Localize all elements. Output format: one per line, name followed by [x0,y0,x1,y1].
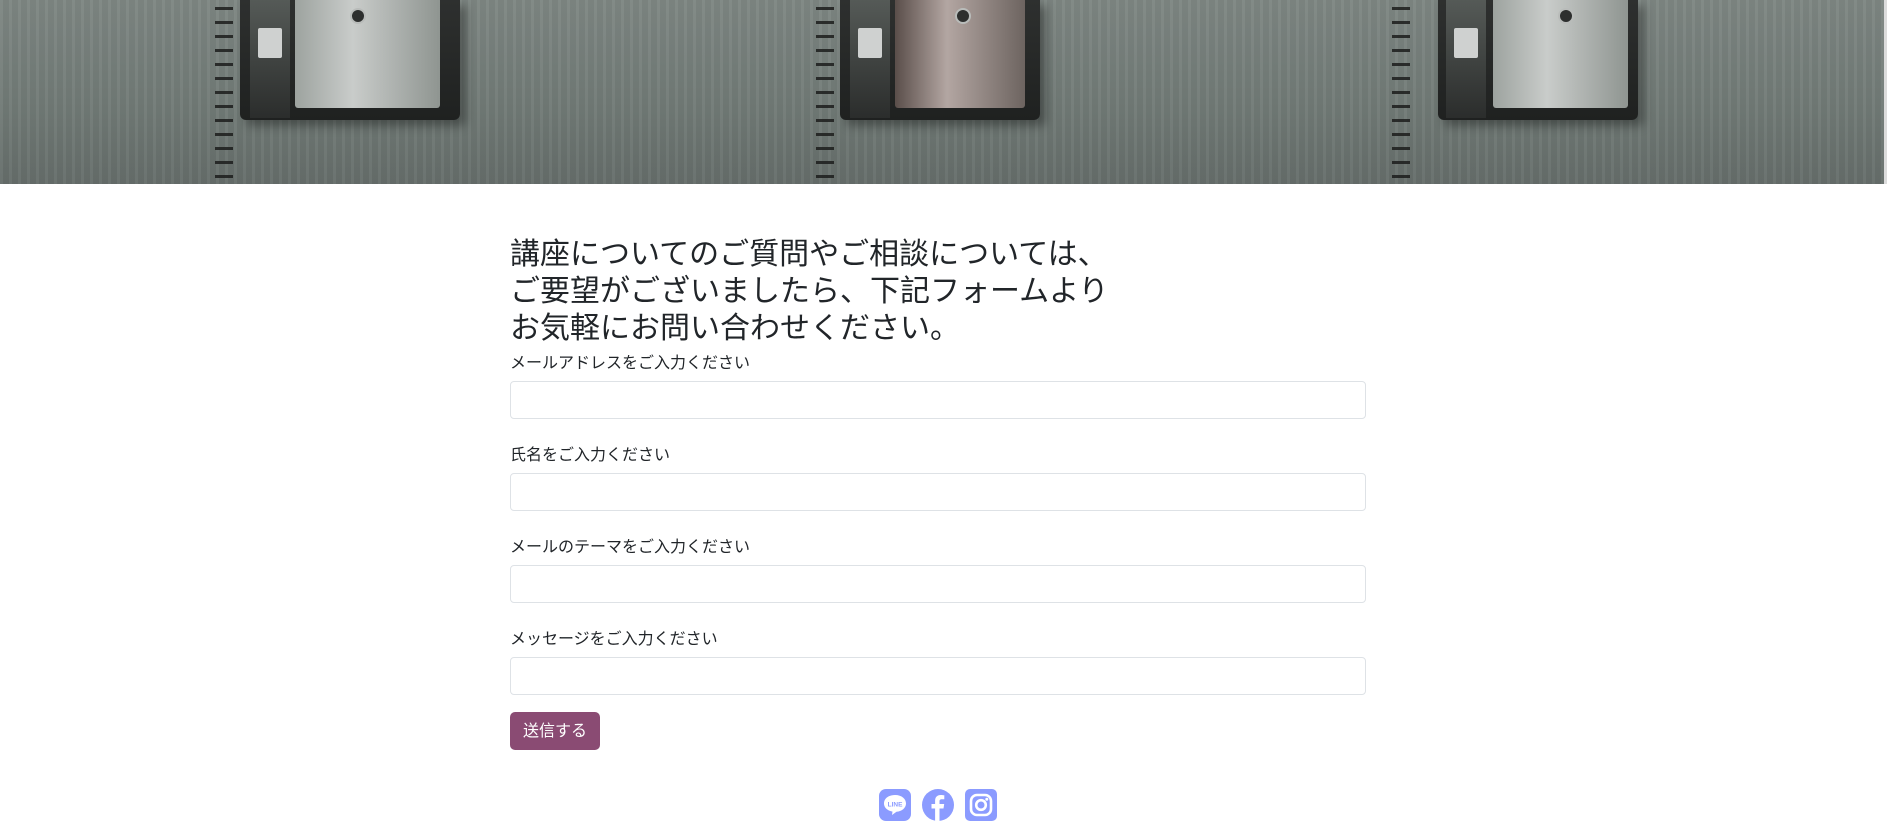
line-badge-text: LINE [888,802,903,809]
subject-label: メールのテーマをご入力ください [510,537,751,556]
hero-banner [0,0,1887,184]
submit-button[interactable]: 送信する [510,712,601,750]
message-input[interactable] [510,657,1366,695]
subject-field-group: メールのテーマをご入力ください [510,537,1366,603]
contact-form: 講座についてのご質問やご相談については、 ご要望がございましたら、下記フォームよ… [510,236,1366,750]
line-icon[interactable]: LINE [879,789,911,821]
social-links: LINE [879,789,997,821]
email-input[interactable] [510,381,1366,419]
instagram-icon[interactable] [965,789,997,821]
facebook-icon[interactable] [922,789,954,821]
message-label: メッセージをご入力ください [510,629,718,648]
name-label: 氏名をご入力ください [510,445,671,464]
name-field-group: 氏名をご入力ください [510,445,1366,511]
subject-input[interactable] [510,565,1366,603]
page-heading: 講座についてのご質問やご相談については、 ご要望がございましたら、下記フォームよ… [510,237,1109,346]
email-label: メールアドレスをご入力ください [510,353,751,372]
message-field-group: メッセージをご入力ください [510,629,1366,695]
name-input[interactable] [510,473,1366,511]
email-field-group: メールアドレスをご入力ください [510,353,1366,419]
